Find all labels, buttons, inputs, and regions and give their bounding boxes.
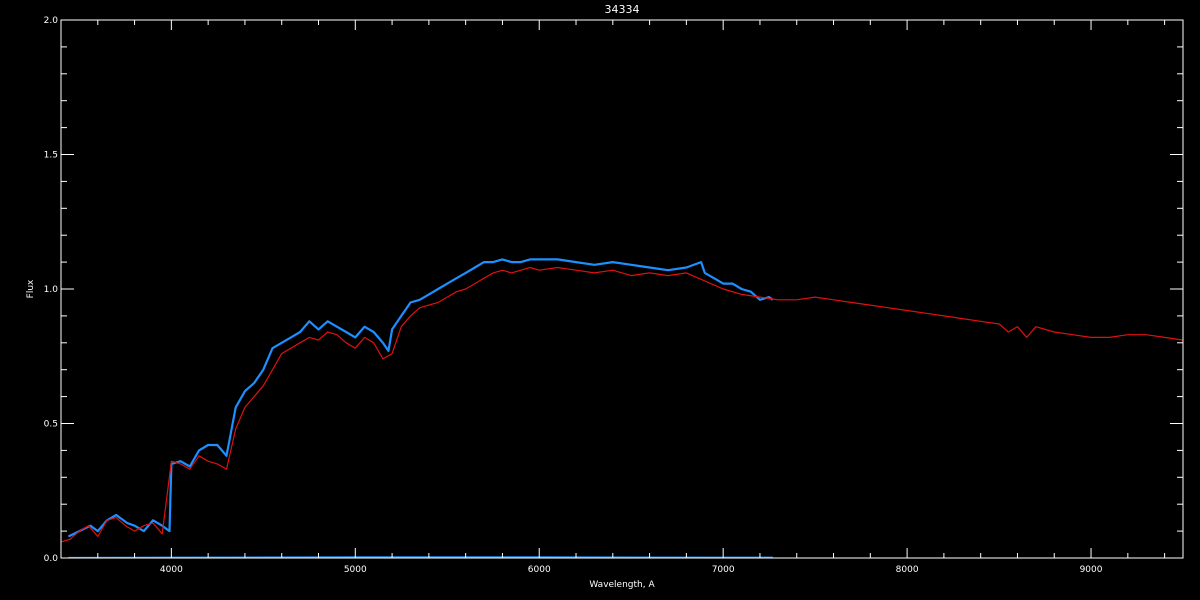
y-tick-label: 0.0 [44,554,59,564]
x-tick-label: 7000 [712,565,735,575]
x-tick-label: 6000 [528,565,551,575]
y-tick-label: 1.5 [44,151,58,161]
series-line-3 [68,556,773,559]
x-axis-label: Wavelength, A [589,580,655,590]
y-axis-label: Flux [26,279,36,298]
y-tick-label: 0.5 [44,420,58,430]
x-tick-label: 9000 [1080,565,1103,575]
chart-background [0,0,1200,600]
x-tick-label: 4000 [160,565,183,575]
y-tick-label: 1.0 [44,285,59,295]
x-tick-label: 5000 [344,565,367,575]
chart-title: 34334 [605,3,640,16]
y-tick-label: 2.0 [44,16,59,26]
spectrum-chart: 4000 5000 6000 7000 8000 90000.00.51.01.52.0 … [0,0,1200,600]
x-tick-label: 8000 [896,565,919,575]
